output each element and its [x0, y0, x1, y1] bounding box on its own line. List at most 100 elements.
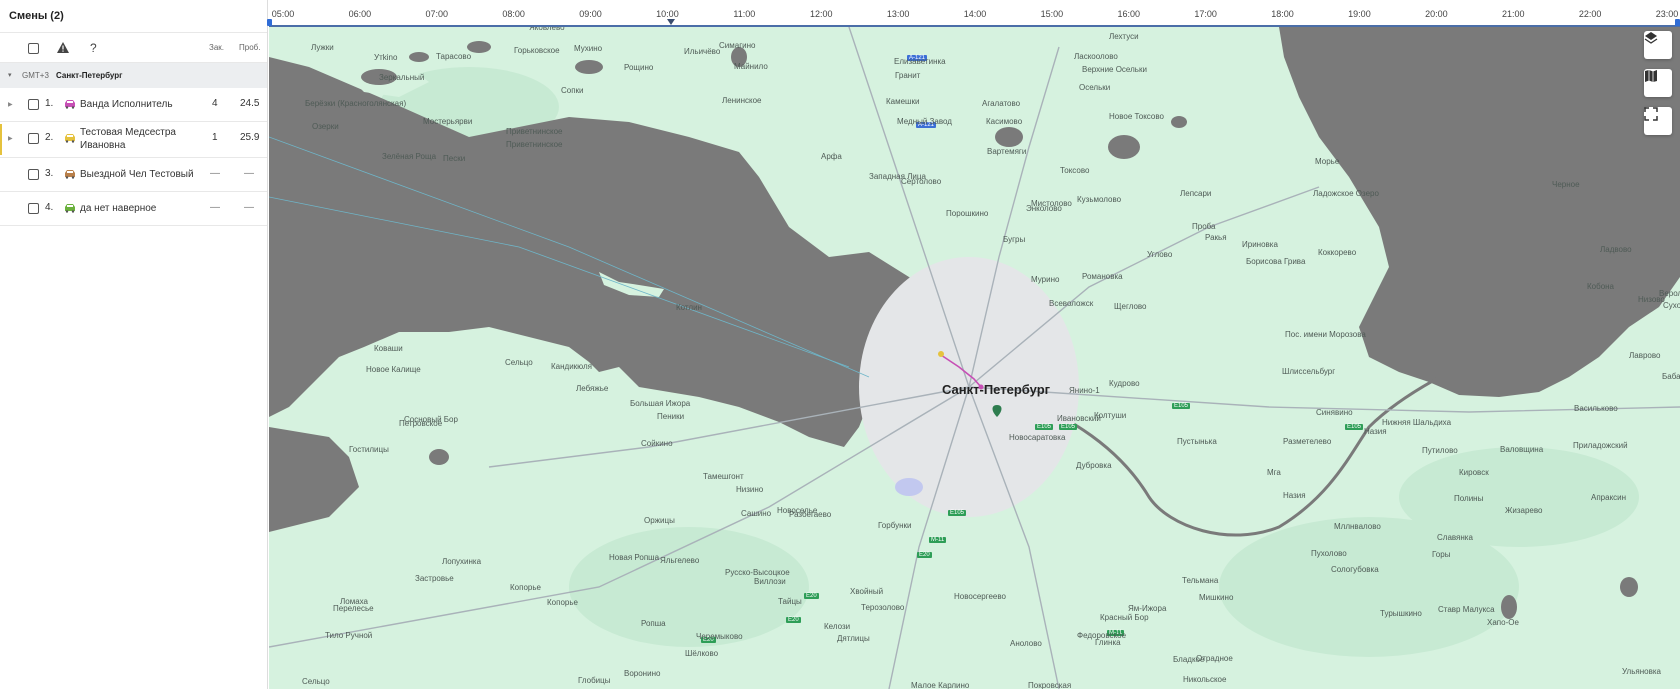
place-label: Бабаново — [1662, 372, 1680, 381]
place-label: Лопухинка — [442, 557, 482, 566]
group-timezone: GMT+3 — [22, 71, 49, 80]
place-label: Тельмана — [1182, 576, 1219, 585]
place-label: Глобицы — [578, 676, 611, 685]
place-label: Ладвово — [1600, 245, 1632, 254]
place-label: Приладожский — [1573, 441, 1628, 450]
place-label: Валовщина — [1500, 445, 1544, 454]
car-icon — [65, 134, 75, 143]
fullscreen-icon — [1644, 107, 1658, 121]
place-label: Терозолово — [861, 603, 905, 612]
place-label: Глинка — [1095, 638, 1121, 647]
layers-button[interactable] — [1644, 31, 1672, 59]
place-label: Кудрово — [1109, 379, 1140, 388]
shift-row[interactable]: 3. Выездной Чел Тестовый — — — [0, 158, 267, 192]
place-label: Анолово — [1010, 639, 1042, 648]
place-label: Виллози — [754, 577, 786, 586]
place-label: Сухое — [1663, 301, 1680, 310]
place-label: Майнило — [734, 62, 768, 71]
place-label: Лехтуси — [1109, 32, 1139, 41]
place-label: Красный Бор — [1100, 613, 1149, 622]
timeline-hour-label: 22:00 — [1578, 9, 1602, 19]
place-label: Васильково — [1574, 404, 1618, 413]
row-number: 2. — [45, 132, 54, 143]
shift-row[interactable]: ▶ 2. Тестовая Медсестра Ивановна 1 25.9 — [0, 122, 267, 158]
place-label: Пустынька — [1177, 437, 1217, 446]
place-label: Тамешгонт — [703, 472, 744, 481]
place-label: Ириновка — [1242, 240, 1278, 249]
place-label: Ям-Ижора — [1128, 604, 1167, 613]
place-label: Сопки — [561, 86, 584, 95]
road-number-badge: E20 — [786, 617, 801, 623]
road-number-badge: E105 — [948, 510, 967, 516]
place-label: Мишкино — [1199, 593, 1234, 602]
place-label: Ковaши — [374, 344, 403, 353]
current-time-marker[interactable] — [667, 19, 675, 25]
place-label: Турышкино — [1380, 609, 1422, 618]
place-label: Лаврово — [1629, 351, 1661, 360]
timeline-hour-label: 20:00 — [1425, 9, 1448, 19]
row-number: 1. — [45, 98, 54, 109]
timeline[interactable]: 05:00 06:00 07:00 08:00 09:00 10:00 11:00 12:00… — [267, 0, 1680, 27]
city-group-header[interactable]: ▾ GMT+3 Санкт-Петербург — [0, 63, 267, 88]
row-number: 3. — [45, 168, 54, 179]
row-checkbox[interactable] — [28, 133, 39, 144]
distance-value: — — [244, 168, 254, 179]
place-label: Ракья — [1205, 233, 1227, 242]
place-label: Сойкино — [641, 439, 673, 448]
select-all-checkbox[interactable] — [28, 43, 39, 54]
place-label: Ропша — [641, 619, 666, 628]
row-checkbox[interactable] — [28, 99, 39, 110]
place-label: Ильичёво — [684, 47, 721, 56]
place-label: Лепсари — [1180, 189, 1212, 198]
place-label: Романовка — [1082, 272, 1123, 281]
place-label: Оржицы — [644, 516, 675, 525]
expand-arrow-icon[interactable]: ▶ — [8, 135, 13, 142]
shifts-panel: Смены (2) ? Зак. Проб. ▾ GMT+3 Санкт-Пет… — [0, 0, 268, 689]
place-label: Тайцы — [778, 597, 802, 606]
row-color-bar — [0, 124, 2, 155]
collapse-caret-icon[interactable]: ▾ — [8, 71, 12, 79]
help-icon[interactable]: ? — [90, 41, 97, 55]
place-label: Елизаветинка — [894, 57, 946, 66]
warning-icon[interactable] — [57, 42, 69, 53]
timeline-hour-label: 13:00 — [886, 9, 910, 19]
road-number-badge: E105 — [1035, 424, 1054, 430]
timeline-hour-label: 23:00 — [1655, 9, 1679, 19]
place-label: Шёлково — [685, 649, 719, 658]
map-icon — [1645, 70, 1657, 82]
row-checkbox[interactable] — [28, 203, 39, 214]
car-icon — [65, 204, 75, 213]
place-label: Слaвянка — [1437, 533, 1473, 542]
place-label: Назия — [1283, 491, 1306, 500]
timeline-end-handle[interactable] — [1675, 19, 1680, 26]
place-label: Сертолово — [901, 177, 942, 186]
place-label: Сельцо — [505, 358, 533, 367]
expand-arrow-icon[interactable]: ▶ — [8, 101, 13, 108]
timeline-hour-label: 09:00 — [579, 9, 602, 19]
shift-row[interactable]: ▶ 1. Ванда Исполнитель 4 24.5 — [0, 88, 267, 122]
panel-header: ? Зак. Проб. — [0, 33, 267, 63]
panel-title: Смены (2) — [0, 0, 267, 33]
map-type-button[interactable] — [1644, 69, 1672, 97]
place-label: Борисова Грива — [1246, 257, 1306, 266]
row-checkbox[interactable] — [28, 169, 39, 180]
executor-name: да нет наверное — [80, 203, 157, 214]
timeline-hour-label: 15:00 — [1040, 9, 1064, 19]
place-label: Приветнинское — [506, 127, 563, 136]
shift-row[interactable]: 4. да нет наверное — — — [0, 192, 267, 226]
timeline-hour-label: 10:00 — [656, 9, 679, 19]
place-label: Яковлево — [529, 27, 565, 32]
timeline-hour-label: 17:00 — [1194, 9, 1217, 19]
place-label: Яльгелево — [660, 556, 700, 565]
place-label: Рощино — [624, 63, 654, 72]
timeline-start-handle[interactable] — [267, 19, 272, 26]
distance-value: — — [244, 202, 254, 213]
place-label: Покровская — [1028, 681, 1072, 689]
fullscreen-button[interactable] — [1644, 107, 1672, 135]
place-label: Берёзки (Красноголянская) — [305, 99, 407, 108]
place-label: Зелёная Роща — [382, 152, 437, 161]
distance-column-header: Проб. — [239, 43, 261, 52]
map[interactable]: A-121 A-121 E105 E105 E105 E105 E105 M-1… — [269, 27, 1680, 689]
place-label: Новосаратовка — [1009, 433, 1066, 442]
place-label: Кобона — [1587, 282, 1615, 291]
